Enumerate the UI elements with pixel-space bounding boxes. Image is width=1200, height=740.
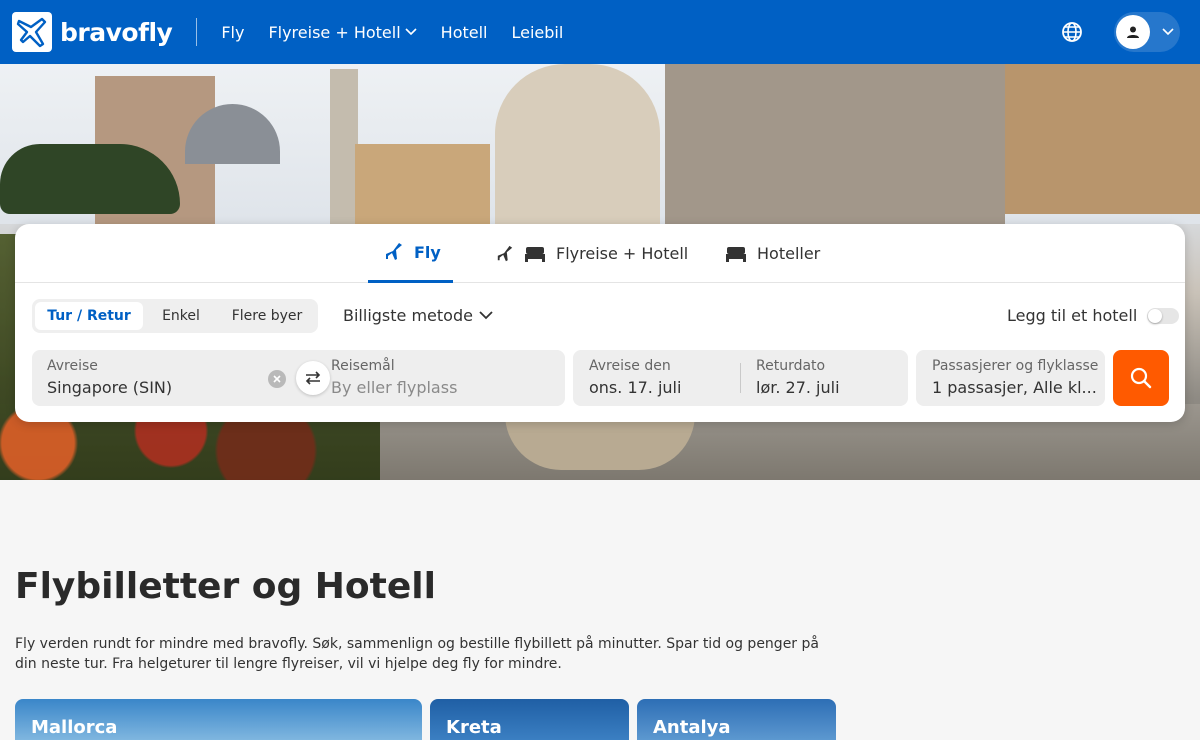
swap-arrows-icon [305, 371, 321, 385]
plane-icon [497, 245, 513, 261]
close-icon [273, 375, 281, 383]
brand-name: bravofly [60, 17, 173, 47]
destination-label: Reisemål [331, 358, 395, 374]
trip-type-one-way[interactable]: Enkel [143, 302, 219, 330]
page-description: Fly verden rundt for mindre med bravofly… [15, 636, 819, 672]
trip-type-selector: Tur / Retur Enkel Flere byer [32, 299, 318, 333]
add-hotel-label: Legg til et hotell [1007, 306, 1138, 325]
date-divider [740, 363, 741, 393]
hero-building [355, 144, 490, 234]
user-icon [1116, 15, 1150, 49]
globe-icon[interactable] [1060, 20, 1084, 44]
bed-icon [726, 246, 746, 262]
nav-item-flight-hotel[interactable]: Flyreise + Hotell [268, 22, 417, 42]
swap-route-button[interactable] [296, 361, 330, 395]
destination-label: Antalya [653, 717, 731, 738]
destination-label: Kreta [446, 717, 502, 738]
date-fields: Avreise den ons. 17. juli Returdato lør.… [573, 350, 908, 406]
tab-hotels[interactable]: Hoteller [725, 224, 820, 283]
return-date-label: Returdato [756, 358, 826, 374]
nav-item-hotel[interactable]: Hotell [441, 23, 488, 42]
account-menu-button[interactable] [1114, 12, 1180, 52]
tab-fly[interactable]: Fly [368, 224, 453, 283]
origin-field[interactable]: Avreise Singapore (SIN) [47, 350, 262, 406]
route-fields: Avreise Singapore (SIN) Reisemål By elle… [32, 350, 565, 406]
nav-item-fly[interactable]: Fly [221, 23, 244, 42]
clear-origin-button[interactable] [268, 370, 286, 388]
return-date-field[interactable]: Returdato lør. 27. juli [756, 350, 901, 406]
logo-plane-icon [12, 12, 52, 52]
tab-label: Hoteller [757, 244, 821, 263]
origin-label: Avreise [47, 358, 98, 374]
nav-item-label: Hotell [440, 22, 488, 42]
hero-building [1005, 64, 1200, 214]
chevron-down-icon [479, 311, 493, 320]
bed-icon [525, 246, 545, 262]
add-hotel-toggle-row: Legg til et hotell [1007, 306, 1180, 325]
destination-card-antalya[interactable]: Antalya [637, 699, 836, 740]
destination-card-kreta[interactable]: Kreta [430, 699, 629, 740]
brand-logo[interactable]: bravofly [12, 12, 173, 52]
passengers-field-group: Passasjerer og flyklasse 1 passasjer, Al… [916, 350, 1105, 406]
top-nav: bravofly Fly Flyreise + Hotell Hotell Le… [0, 0, 1200, 64]
tab-flight-hotel[interactable]: Flyreise + Hotell [496, 224, 688, 283]
hero-trees [0, 144, 180, 214]
search-tabs: Fly Flyreise + Hotell Hoteller [15, 224, 1185, 283]
hero-stone-bowl [505, 414, 695, 470]
nav-item-label: Leiebil [511, 22, 564, 42]
tab-label: Flyreise + Hotell [556, 244, 689, 263]
trip-type-round-trip[interactable]: Tur / Retur [35, 302, 143, 330]
chevron-down-icon [1162, 28, 1174, 36]
hero-building [665, 64, 1005, 234]
destination-label: Mallorca [31, 717, 118, 738]
tab-label: Fly [414, 242, 441, 262]
depart-date-field[interactable]: Avreise den ons. 17. juli [589, 350, 734, 406]
passengers-label: Passasjerer og flyklasse [932, 358, 1099, 374]
sort-label: Billigste metode [343, 306, 473, 325]
search-icon [1130, 367, 1152, 389]
destination-card-mallorca[interactable]: Mallorca [15, 699, 422, 740]
add-hotel-switch[interactable] [1147, 307, 1180, 324]
plane-icon [386, 243, 402, 260]
return-date-value: lør. 27. juli [756, 378, 840, 397]
hero-church [495, 64, 660, 244]
search-card: Fly Flyreise + Hotell Hoteller Tur / Ret… [15, 224, 1185, 422]
page-title: Flybilletter og Hotell [15, 566, 436, 607]
depart-date-value: ons. 17. juli [589, 378, 682, 397]
nav-item-car-rental[interactable]: Leiebil [511, 23, 563, 42]
depart-date-label: Avreise den [589, 358, 671, 374]
origin-value: Singapore (SIN) [47, 378, 173, 397]
sort-dropdown[interactable]: Billigste metode [343, 306, 493, 325]
passengers-field[interactable]: Passasjerer og flyklasse 1 passasjer, Al… [932, 350, 1102, 406]
search-button[interactable] [1113, 350, 1169, 406]
destination-field[interactable]: Reisemål By eller flyplass [331, 350, 551, 406]
trip-type-multi-city[interactable]: Flere byer [219, 302, 315, 330]
nav-divider [196, 18, 198, 46]
destination-placeholder: By eller flyplass [331, 378, 458, 397]
chevron-down-icon [405, 28, 417, 36]
nav-item-label: Flyreise + Hotell [268, 22, 401, 42]
passengers-value: 1 passasjer, Alle kl... [932, 378, 1097, 397]
nav-item-label: Fly [221, 22, 245, 42]
